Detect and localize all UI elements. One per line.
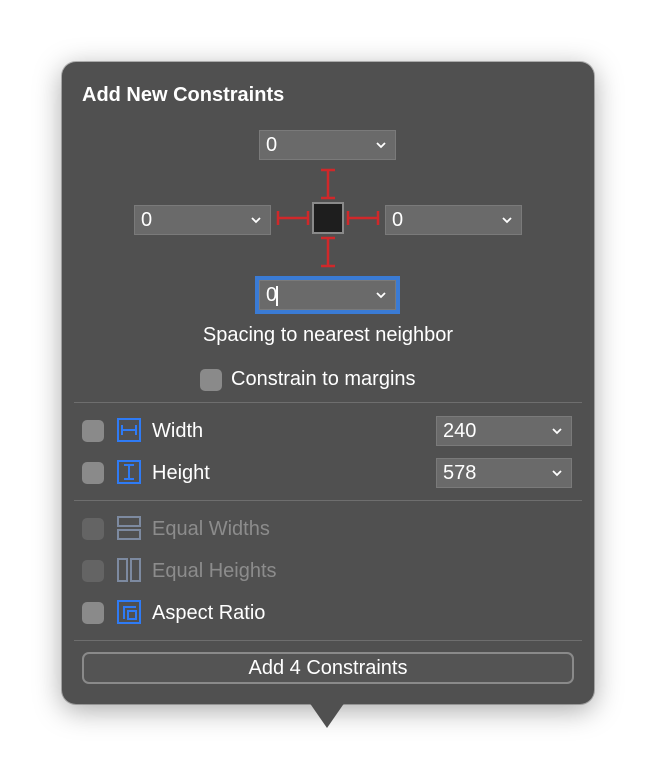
height-label[interactable]: Height [152,462,210,485]
equal-heights-label[interactable]: Equal Heights [152,560,277,583]
chevron-down-icon [376,142,386,149]
popover-title: Add New Constraints [82,84,285,106]
aspect-ratio-label[interactable]: Aspect Ratio [152,602,265,625]
right-spacing-field[interactable]: 0 [385,205,522,235]
height-value-field[interactable]: 578 [436,458,572,488]
equal-widths-checkbox[interactable] [82,518,104,540]
width-value-field[interactable]: 240 [436,416,572,446]
chevron-down-icon [251,217,261,224]
view-square [312,202,344,234]
left-strut[interactable] [276,208,310,228]
width-value: 240 [443,420,477,442]
top-spacing-value: 0 [266,134,278,156]
top-spacing-field[interactable]: 0 [259,130,396,160]
right-spacing-value: 0 [392,209,404,231]
bottom-strut[interactable] [318,236,338,268]
chevron-down-icon [502,217,512,224]
right-strut[interactable] [346,208,380,228]
bottom-spacing-field[interactable]: 0 [255,276,400,314]
height-icon [117,460,141,484]
popover-arrow [309,702,345,728]
width-icon [117,418,141,442]
left-spacing-value: 0 [141,209,153,231]
aspect-ratio-icon [117,600,141,624]
top-strut[interactable] [318,168,338,200]
divider [74,500,582,501]
add-constraints-button[interactable]: Add 4 Constraints [82,652,574,684]
spacing-caption: Spacing to nearest neighbor [202,324,454,346]
aspect-ratio-checkbox[interactable] [82,602,104,624]
left-spacing-field[interactable]: 0 [134,205,271,235]
add-constraints-popover: Add New Constraints 0 0 0 0 Spacing to n… [62,62,594,704]
text-caret [276,286,278,306]
chevron-down-icon [376,292,386,299]
height-value: 578 [443,462,477,484]
chevron-down-icon [552,428,562,435]
divider [74,402,582,403]
width-label[interactable]: Width [152,420,203,443]
divider [74,640,582,641]
width-checkbox[interactable] [82,420,104,442]
height-checkbox[interactable] [82,462,104,484]
chevron-down-icon [552,470,562,477]
equal-widths-icon [117,516,141,540]
equal-heights-icon [117,558,141,582]
equal-widths-label[interactable]: Equal Widths [152,518,270,541]
constrain-to-margins-label[interactable]: Constrain to margins [231,368,416,391]
equal-heights-checkbox[interactable] [82,560,104,582]
constrain-to-margins-checkbox[interactable] [200,369,222,391]
